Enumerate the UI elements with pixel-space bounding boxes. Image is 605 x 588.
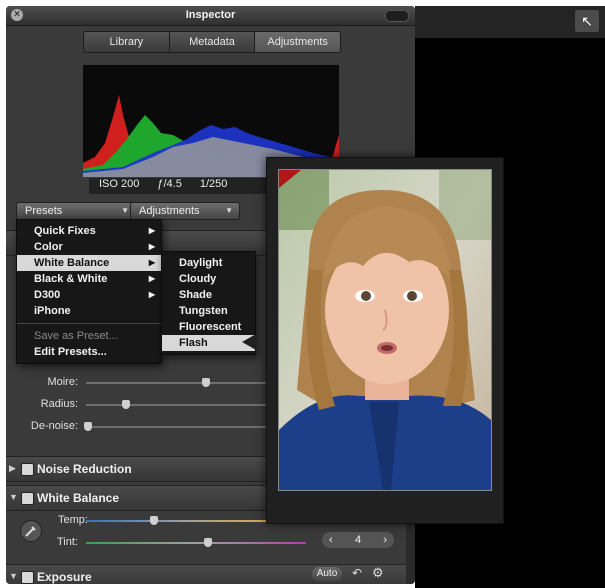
menu-item-label: White Balance — [34, 257, 110, 269]
exif-iso: ISO 200 — [99, 178, 140, 190]
exposure-section[interactable]: ▼ Exposure — [6, 564, 406, 584]
pointer-tool-button[interactable]: ↖ — [574, 9, 600, 33]
tab-metadata[interactable]: Metadata — [170, 32, 256, 52]
exif-aperture: ƒ/4.5 — [157, 178, 182, 190]
inspector-tabs: Library Metadata Adjustments — [83, 31, 341, 53]
gear-icon[interactable]: ⚙ — [372, 565, 384, 581]
menu-separator — [17, 323, 161, 324]
disclosure-right-icon[interactable]: ▶ — [9, 463, 16, 474]
radius-thumb[interactable] — [122, 400, 130, 409]
tint-stepper[interactable]: ‹ 4 › — [322, 532, 394, 548]
submenu-arrow-icon: ▶ — [148, 274, 155, 283]
callout-pointer-icon — [242, 334, 256, 350]
moire-slider-row: Moire: — [6, 374, 296, 392]
tint-track[interactable] — [86, 538, 306, 547]
menu-item-quick-fixes[interactable]: Quick Fixes ▶ — [17, 223, 161, 239]
moire-thumb[interactable] — [202, 378, 210, 387]
menu-item-edit-presets[interactable]: Edit Presets... — [17, 344, 161, 360]
auto-button[interactable]: Auto — [312, 567, 342, 581]
noise-reduction-label: Noise Reduction — [37, 462, 132, 476]
submenu-item-cloudy[interactable]: Cloudy — [162, 271, 255, 287]
menu-item-color[interactable]: Color ▶ — [17, 239, 161, 255]
submenu-item-shade[interactable]: Shade — [162, 287, 255, 303]
radius-track[interactable] — [86, 400, 286, 409]
denoise-thumb[interactable] — [84, 422, 92, 431]
denoise-track[interactable] — [84, 422, 286, 431]
child-photo — [279, 170, 491, 490]
moire-label: Moire: — [47, 376, 78, 388]
temp-label: Temp: — [58, 514, 88, 526]
presets-menu: Quick Fixes ▶ Color ▶ White Balance ▶ Bl… — [16, 219, 162, 364]
moire-track[interactable] — [86, 378, 286, 387]
toggle-toolbar-button[interactable] — [385, 10, 409, 22]
menu-item-d300[interactable]: D300 ▶ — [17, 287, 161, 303]
submenu-item-tungsten[interactable]: Tungsten — [162, 303, 255, 319]
window-title: Inspector — [185, 9, 236, 21]
tab-library[interactable]: Library — [84, 32, 170, 52]
adjustments-button-label: Adjustments — [139, 205, 200, 217]
exposure-label: Exposure — [37, 570, 92, 584]
menu-item-white-balance[interactable]: White Balance ▶ — [17, 255, 161, 271]
chevron-down-icon: ▼ — [121, 206, 129, 215]
denoise-slider-row: De-noise: — [6, 418, 296, 436]
temp-slider-row: Temp: — [6, 512, 306, 530]
pointer-icon: ↖ — [581, 13, 593, 29]
radius-slider-row: Radius: — [6, 396, 296, 414]
photo-preview — [278, 169, 492, 491]
white-balance-checkbox[interactable] — [21, 492, 34, 505]
submenu-arrow-icon: ▶ — [148, 242, 155, 251]
noise-reduction-checkbox[interactable] — [21, 463, 34, 476]
inspector-titlebar[interactable]: × Inspector — [6, 6, 415, 26]
denoise-label: De-noise: — [30, 420, 78, 432]
submenu-arrow-icon: ▶ — [148, 226, 155, 235]
decrement-icon[interactable]: ‹ — [329, 532, 333, 548]
increment-icon[interactable]: › — [383, 532, 387, 548]
exposure-checkbox[interactable] — [21, 571, 34, 584]
tint-value[interactable]: 4 — [355, 534, 361, 546]
menu-item-label: Color — [34, 241, 63, 253]
presets-button[interactable]: Presets ▼ — [16, 202, 136, 220]
menu-item-label: Quick Fixes — [34, 225, 96, 237]
submenu-arrow-icon: ▶ — [148, 258, 155, 267]
menu-item-iphone[interactable]: iPhone — [17, 303, 161, 319]
submenu-item-fluorescent[interactable]: Fluorescent — [162, 319, 255, 335]
submenu-item-daylight[interactable]: Daylight — [162, 255, 255, 271]
undo-icon[interactable]: ↶ — [352, 566, 362, 580]
white-balance-label: White Balance — [37, 491, 120, 505]
submenu-arrow-icon: ▶ — [148, 290, 155, 299]
exif-shutter: 1/250 — [199, 178, 228, 190]
disclosure-down-icon[interactable]: ▼ — [9, 571, 18, 581]
menu-item-save-as-preset: Save as Preset... — [34, 330, 118, 342]
disclosure-down-icon[interactable]: ▼ — [9, 492, 18, 502]
menu-item-label: D300 — [34, 289, 61, 301]
chevron-down-icon: ▼ — [225, 206, 233, 215]
tint-slider-row: Tint: ‹ 4 › — [6, 532, 406, 552]
menu-item-label: Black & White — [34, 273, 108, 285]
tint-label: Tint: — [57, 536, 78, 548]
menu-item-black-white[interactable]: Black & White ▶ — [17, 271, 161, 287]
adjustments-button[interactable]: Adjustments ▼ — [130, 202, 240, 220]
tint-thumb[interactable] — [204, 538, 212, 547]
exif-info: ISO 200 ƒ/4.5 1/250 — [89, 178, 279, 194]
tab-adjustments[interactable]: Adjustments — [255, 32, 340, 52]
temp-thumb[interactable] — [150, 516, 158, 525]
presets-button-label: Presets — [25, 205, 63, 217]
temp-track[interactable] — [86, 516, 286, 525]
radius-label: Radius: — [40, 398, 78, 410]
menu-item-label: iPhone — [34, 305, 71, 317]
